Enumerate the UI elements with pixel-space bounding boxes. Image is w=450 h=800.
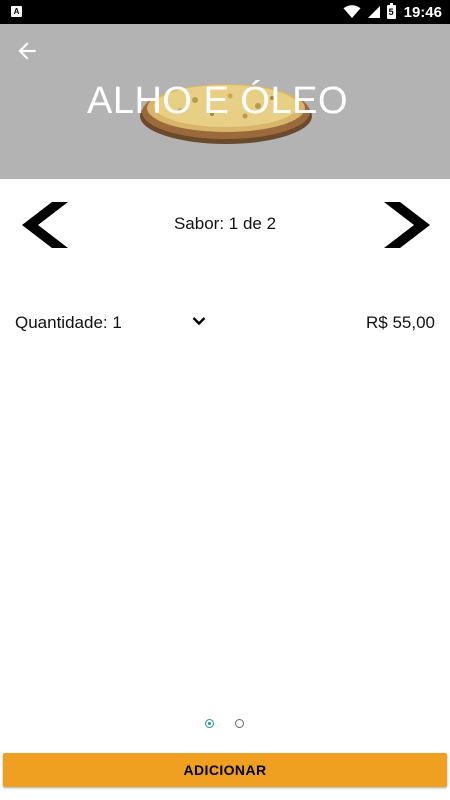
product-header: ALHO E ÓLEO <box>0 24 450 179</box>
page-indicator <box>0 718 450 732</box>
chevron-down-icon[interactable] <box>191 313 207 329</box>
back-arrow-icon[interactable] <box>14 38 40 64</box>
status-bar: A 5 19:46 <box>0 0 450 24</box>
battery-icon: 5 <box>386 3 396 19</box>
price-label: R$ 55,00 <box>366 313 435 332</box>
product-title: ALHO E ÓLEO <box>86 80 349 122</box>
app-notification-icon: A <box>11 6 22 17</box>
page-dot[interactable] <box>235 719 244 728</box>
quantity-label: Quantidade: 1 <box>15 313 122 332</box>
chevron-right-icon[interactable] <box>382 202 430 248</box>
flavor-navigation: Sabor: 1 de 2 <box>0 196 450 252</box>
signal-icon <box>367 6 380 18</box>
status-icons: 5 19:46 <box>343 0 442 24</box>
add-button[interactable]: ADICIONAR <box>3 753 447 787</box>
quantity-row: Quantidade: 1 R$ 55,00 <box>0 309 450 337</box>
wifi-icon <box>343 5 361 19</box>
page-dot-active[interactable] <box>205 719 214 728</box>
status-time: 19:46 <box>403 3 442 21</box>
